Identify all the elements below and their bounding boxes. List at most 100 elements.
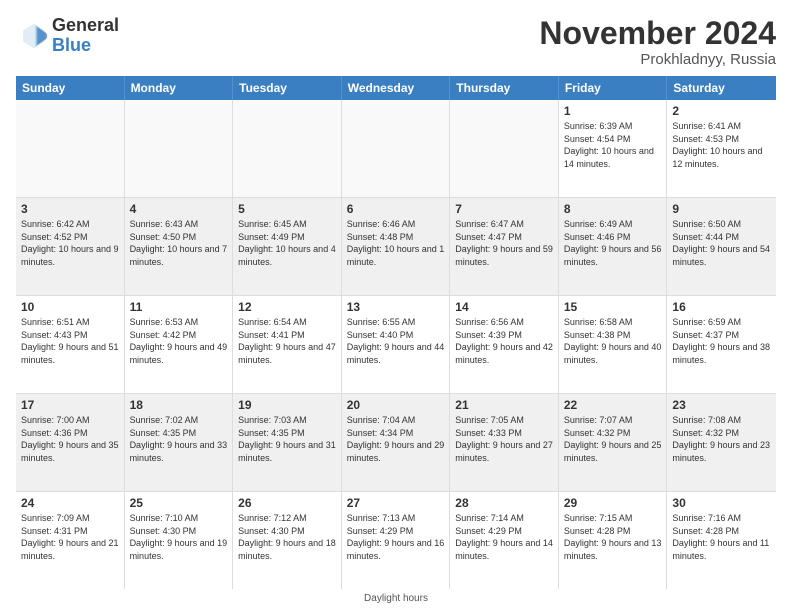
cell-info: Sunrise: 6:55 AM Sunset: 4:40 PM Dayligh… [347,316,445,366]
location: Prokhladnyy, Russia [539,51,776,68]
table-row: 4 Sunrise: 6:43 AM Sunset: 4:50 PM Daylig… [125,198,234,295]
calendar-row-3: 10Sunrise: 6:51 AM Sunset: 4:43 PM Dayli… [16,296,776,394]
table-row [233,100,342,197]
table-row: 21 Sunrise: 7:05 AM Sunset: 4:33 PM Dayli… [450,394,559,491]
table-row: 26 Sunrise: 7:12 AM Sunset: 4:30 PM Dayli… [233,492,342,589]
table-row: 10Sunrise: 6:51 AM Sunset: 4:43 PM Dayli… [16,296,125,393]
table-row: 25 Sunrise: 7:10 AM Sunset: 4:30 PM Dayli… [125,492,234,589]
day-number: 13 [347,300,445,314]
day-number: 1 [564,104,662,118]
cell-info: Sunrise: 7:07 AM Sunset: 4:32 PM Dayligh… [564,414,662,464]
cell-info: Sunrise: 6:41 AM Sunset: 4:53 PM Dayligh… [672,120,771,170]
cell-info: Sunrise: 7:08 AM Sunset: 4:32 PM Dayligh… [672,414,771,464]
cell-info: Sunrise: 6:46 AM Sunset: 4:48 PM Dayligh… [347,218,445,268]
cell-info: Sunrise: 7:10 AM Sunset: 4:30 PM Dayligh… [130,512,228,562]
table-row: 22Sunrise: 7:07 AM Sunset: 4:32 PM Dayli… [559,394,668,491]
table-row [342,100,451,197]
day-number: 9 [672,202,771,216]
table-row: 2 Sunrise: 6:41 AM Sunset: 4:53 PM Daylig… [667,100,776,197]
day-number: 21 [455,398,553,412]
day-number: 11 [130,300,228,314]
table-row: 9 Sunrise: 6:50 AM Sunset: 4:44 PM Daylig… [667,198,776,295]
table-row [450,100,559,197]
table-row: 17Sunrise: 7:00 AM Sunset: 4:36 PM Dayli… [16,394,125,491]
cell-info: Sunrise: 7:02 AM Sunset: 4:35 PM Dayligh… [130,414,228,464]
cell-info: Sunrise: 7:13 AM Sunset: 4:29 PM Dayligh… [347,512,445,562]
day-number: 26 [238,496,336,510]
table-row: 12 Sunrise: 6:54 AM Sunset: 4:41 PM Dayli… [233,296,342,393]
day-number: 25 [130,496,228,510]
calendar-body: 1 Sunrise: 6:39 AM Sunset: 4:54 PM Daylig… [16,100,776,589]
day-number: 4 [130,202,228,216]
cell-info: Sunrise: 6:59 AM Sunset: 4:37 PM Dayligh… [672,316,771,366]
header-day-sunday: Sunday [16,76,125,100]
table-row: 29 Sunrise: 7:15 AM Sunset: 4:28 PM Dayli… [559,492,668,589]
table-row: 8 Sunrise: 6:49 AM Sunset: 4:46 PM Daylig… [559,198,668,295]
table-row: 15 Sunrise: 6:58 AM Sunset: 4:38 PM Dayli… [559,296,668,393]
calendar-row-5: 24 Sunrise: 7:09 AM Sunset: 4:31 PM Dayli… [16,492,776,589]
table-row: 23 Sunrise: 7:08 AM Sunset: 4:32 PM Dayli… [667,394,776,491]
logo-general-text: General [52,16,119,36]
table-row: 28Sunrise: 7:14 AM Sunset: 4:29 PM Dayli… [450,492,559,589]
table-row [125,100,234,197]
day-number: 16 [672,300,771,314]
calendar-row-1: 1 Sunrise: 6:39 AM Sunset: 4:54 PM Daylig… [16,100,776,198]
cell-info: Sunrise: 7:12 AM Sunset: 4:30 PM Dayligh… [238,512,336,562]
cell-info: Sunrise: 6:43 AM Sunset: 4:50 PM Dayligh… [130,218,228,268]
header-day-saturday: Saturday [667,76,776,100]
day-number: 8 [564,202,662,216]
day-number: 23 [672,398,771,412]
cell-info: Sunrise: 7:09 AM Sunset: 4:31 PM Dayligh… [21,512,119,562]
day-number: 19 [238,398,336,412]
table-row: 16 Sunrise: 6:59 AM Sunset: 4:37 PM Dayli… [667,296,776,393]
logo-blue-text: Blue [52,36,119,56]
cell-info: Sunrise: 7:15 AM Sunset: 4:28 PM Dayligh… [564,512,662,562]
table-row: 24 Sunrise: 7:09 AM Sunset: 4:31 PM Dayli… [16,492,125,589]
header-day-friday: Friday [559,76,668,100]
cell-info: Sunrise: 6:39 AM Sunset: 4:54 PM Dayligh… [564,120,662,170]
day-number: 30 [672,496,771,510]
calendar-row-2: 3 Sunrise: 6:42 AM Sunset: 4:52 PM Daylig… [16,198,776,296]
table-row: 30Sunrise: 7:16 AM Sunset: 4:28 PM Dayli… [667,492,776,589]
day-number: 18 [130,398,228,412]
day-number: 2 [672,104,771,118]
cell-info: Sunrise: 6:53 AM Sunset: 4:42 PM Dayligh… [130,316,228,366]
table-row: 5Sunrise: 6:45 AM Sunset: 4:49 PM Daylig… [233,198,342,295]
header: General Blue November 2024 Prokhladnyy, … [16,16,776,68]
cell-info: Sunrise: 6:50 AM Sunset: 4:44 PM Dayligh… [672,218,771,268]
title-block: November 2024 Prokhladnyy, Russia [539,16,776,68]
cell-info: Sunrise: 7:03 AM Sunset: 4:35 PM Dayligh… [238,414,336,464]
day-number: 17 [21,398,119,412]
day-number: 24 [21,496,119,510]
day-number: 3 [21,202,119,216]
table-row: 20 Sunrise: 7:04 AM Sunset: 4:34 PM Dayli… [342,394,451,491]
cell-info: Sunrise: 6:42 AM Sunset: 4:52 PM Dayligh… [21,218,119,268]
cell-info: Sunrise: 7:04 AM Sunset: 4:34 PM Dayligh… [347,414,445,464]
calendar-header: SundayMondayTuesdayWednesdayThursdayFrid… [16,76,776,100]
header-day-monday: Monday [125,76,234,100]
day-number: 27 [347,496,445,510]
table-row: 18 Sunrise: 7:02 AM Sunset: 4:35 PM Dayli… [125,394,234,491]
table-row: 14Sunrise: 6:56 AM Sunset: 4:39 PM Dayli… [450,296,559,393]
table-row: 11 Sunrise: 6:53 AM Sunset: 4:42 PM Dayli… [125,296,234,393]
table-row [16,100,125,197]
cell-info: Sunrise: 6:49 AM Sunset: 4:46 PM Dayligh… [564,218,662,268]
calendar: SundayMondayTuesdayWednesdayThursdayFrid… [16,76,776,589]
cell-info: Sunrise: 6:54 AM Sunset: 4:41 PM Dayligh… [238,316,336,366]
cell-info: Sunrise: 6:45 AM Sunset: 4:49 PM Dayligh… [238,218,336,268]
logo-icon [16,20,48,52]
day-number: 12 [238,300,336,314]
day-number: 15 [564,300,662,314]
table-row: 13 Sunrise: 6:55 AM Sunset: 4:40 PM Dayli… [342,296,451,393]
day-number: 29 [564,496,662,510]
day-number: 20 [347,398,445,412]
day-number: 10 [21,300,119,314]
cell-info: Sunrise: 7:05 AM Sunset: 4:33 PM Dayligh… [455,414,553,464]
header-day-tuesday: Tuesday [233,76,342,100]
table-row: 27 Sunrise: 7:13 AM Sunset: 4:29 PM Dayli… [342,492,451,589]
calendar-page: General Blue November 2024 Prokhladnyy, … [0,0,792,612]
cell-info: Sunrise: 6:58 AM Sunset: 4:38 PM Dayligh… [564,316,662,366]
day-number: 7 [455,202,553,216]
day-number: 14 [455,300,553,314]
calendar-row-4: 17Sunrise: 7:00 AM Sunset: 4:36 PM Dayli… [16,394,776,492]
